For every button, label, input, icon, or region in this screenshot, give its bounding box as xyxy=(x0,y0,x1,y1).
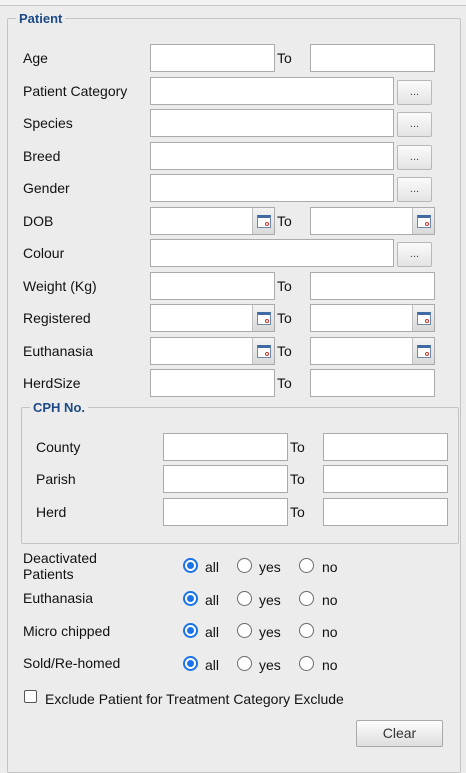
sold-rehomed-yes-radio[interactable] xyxy=(237,656,252,671)
herd-size-from-input[interactable] xyxy=(150,369,275,397)
patient-category-browse-button[interactable]: ... xyxy=(397,80,432,105)
breed-browse-button[interactable]: ... xyxy=(397,145,432,170)
colour-browse-button[interactable]: ... xyxy=(397,242,432,267)
euthanasia-no-label: no xyxy=(322,592,338,608)
dob-label: DOB xyxy=(23,213,54,229)
age-to-input[interactable] xyxy=(310,44,435,72)
sold-rehomed-no-label: no xyxy=(322,657,338,673)
calendar-icon xyxy=(256,344,271,358)
herd-size-to-label: To xyxy=(277,375,292,391)
dob-to-label: To xyxy=(277,213,292,229)
sold-rehomed-no-radio[interactable] xyxy=(299,656,314,671)
patient-category-label: Patient Category xyxy=(23,83,128,99)
registered-from-calendar-button[interactable] xyxy=(252,305,274,331)
sold-rehomed-yes-label: yes xyxy=(259,657,281,673)
gender-label: Gender xyxy=(23,180,70,196)
species-label: Species xyxy=(23,115,73,131)
cph-legend: CPH No. xyxy=(33,400,85,415)
clear-button[interactable]: Clear xyxy=(356,720,443,747)
species-browse-button[interactable]: ... xyxy=(397,112,432,137)
calendar-icon xyxy=(416,214,431,228)
county-to-label: To xyxy=(290,439,305,455)
deactivated-all-label: all xyxy=(205,559,220,575)
sold-rehomed-all-radio[interactable] xyxy=(183,656,198,671)
colour-label: Colour xyxy=(23,245,65,261)
gender-browse-button[interactable]: ... xyxy=(397,177,432,202)
micro-chipped-yes-label: yes xyxy=(259,624,281,640)
county-from-input[interactable] xyxy=(163,433,288,461)
euthanasia-from-calendar-button[interactable] xyxy=(252,338,274,364)
dob-to-calendar-button[interactable] xyxy=(412,208,434,234)
euthanasia-option-label: Euthanasia xyxy=(23,590,94,606)
sold-rehomed-all-label: all xyxy=(205,657,220,673)
herd-to-label: To xyxy=(290,504,305,520)
parish-to-input[interactable] xyxy=(323,465,448,493)
micro-chipped-no-radio[interactable] xyxy=(299,623,314,638)
euthanasia-date-label: Euthanasia xyxy=(23,343,94,359)
euthanasia-to-calendar-button[interactable] xyxy=(412,338,434,364)
registered-to-label: To xyxy=(277,310,292,326)
patient-category-input[interactable] xyxy=(150,77,394,105)
euthanasia-no-radio[interactable] xyxy=(299,591,314,606)
age-to-label: To xyxy=(277,50,292,66)
exclude-patient-label: Exclude Patient for Treatment Category E… xyxy=(45,691,344,707)
calendar-icon xyxy=(416,311,431,325)
parish-from-input[interactable] xyxy=(163,465,288,493)
calendar-icon xyxy=(256,311,271,325)
county-label: County xyxy=(36,439,81,455)
breed-label: Breed xyxy=(23,148,61,164)
top-divider xyxy=(0,0,466,6)
micro-chipped-label: Micro chipped xyxy=(23,623,111,639)
euthanasia-to-label: To xyxy=(277,343,292,359)
herd-to-input[interactable] xyxy=(323,498,448,526)
gender-input[interactable] xyxy=(150,174,394,202)
patient-legend: Patient xyxy=(19,11,63,26)
euthanasia-yes-radio[interactable] xyxy=(237,591,252,606)
weight-from-input[interactable] xyxy=(150,272,275,300)
dob-from-calendar-button[interactable] xyxy=(252,208,274,234)
weight-to-input[interactable] xyxy=(310,272,435,300)
colour-input[interactable] xyxy=(150,239,394,267)
deactivated-yes-radio[interactable] xyxy=(237,558,252,573)
micro-chipped-yes-radio[interactable] xyxy=(237,623,252,638)
age-from-input[interactable] xyxy=(150,44,275,72)
weight-label: Weight (Kg) xyxy=(23,278,97,294)
micro-chipped-no-label: no xyxy=(322,624,338,640)
exclude-patient-checkbox[interactable] xyxy=(24,690,37,703)
euthanasia-yes-label: yes xyxy=(259,592,281,608)
calendar-icon xyxy=(416,344,431,358)
weight-to-label: To xyxy=(277,278,292,294)
deactivated-no-radio[interactable] xyxy=(299,558,314,573)
herd-from-input[interactable] xyxy=(163,498,288,526)
herd-label: Herd xyxy=(36,504,67,520)
deactivated-yes-label: yes xyxy=(259,559,281,575)
euthanasia-all-radio[interactable] xyxy=(183,591,198,606)
registered-label: Registered xyxy=(23,310,91,326)
herd-size-label: HerdSize xyxy=(23,375,81,391)
euthanasia-all-label: all xyxy=(205,592,220,608)
calendar-icon xyxy=(256,214,271,228)
parish-label: Parish xyxy=(36,471,76,487)
micro-chipped-all-radio[interactable] xyxy=(183,623,198,638)
breed-input[interactable] xyxy=(150,142,394,170)
sold-rehomed-label: Sold/Re-homed xyxy=(23,655,121,671)
micro-chipped-all-label: all xyxy=(205,624,220,640)
deactivated-patients-label: Deactivated Patients xyxy=(23,550,97,582)
deactivated-no-label: no xyxy=(322,559,338,575)
herd-size-to-input[interactable] xyxy=(310,369,435,397)
county-to-input[interactable] xyxy=(323,433,448,461)
registered-to-calendar-button[interactable] xyxy=(412,305,434,331)
deactivated-all-radio[interactable] xyxy=(183,558,198,573)
parish-to-label: To xyxy=(290,471,305,487)
species-input[interactable] xyxy=(150,109,394,137)
age-label: Age xyxy=(23,50,48,66)
